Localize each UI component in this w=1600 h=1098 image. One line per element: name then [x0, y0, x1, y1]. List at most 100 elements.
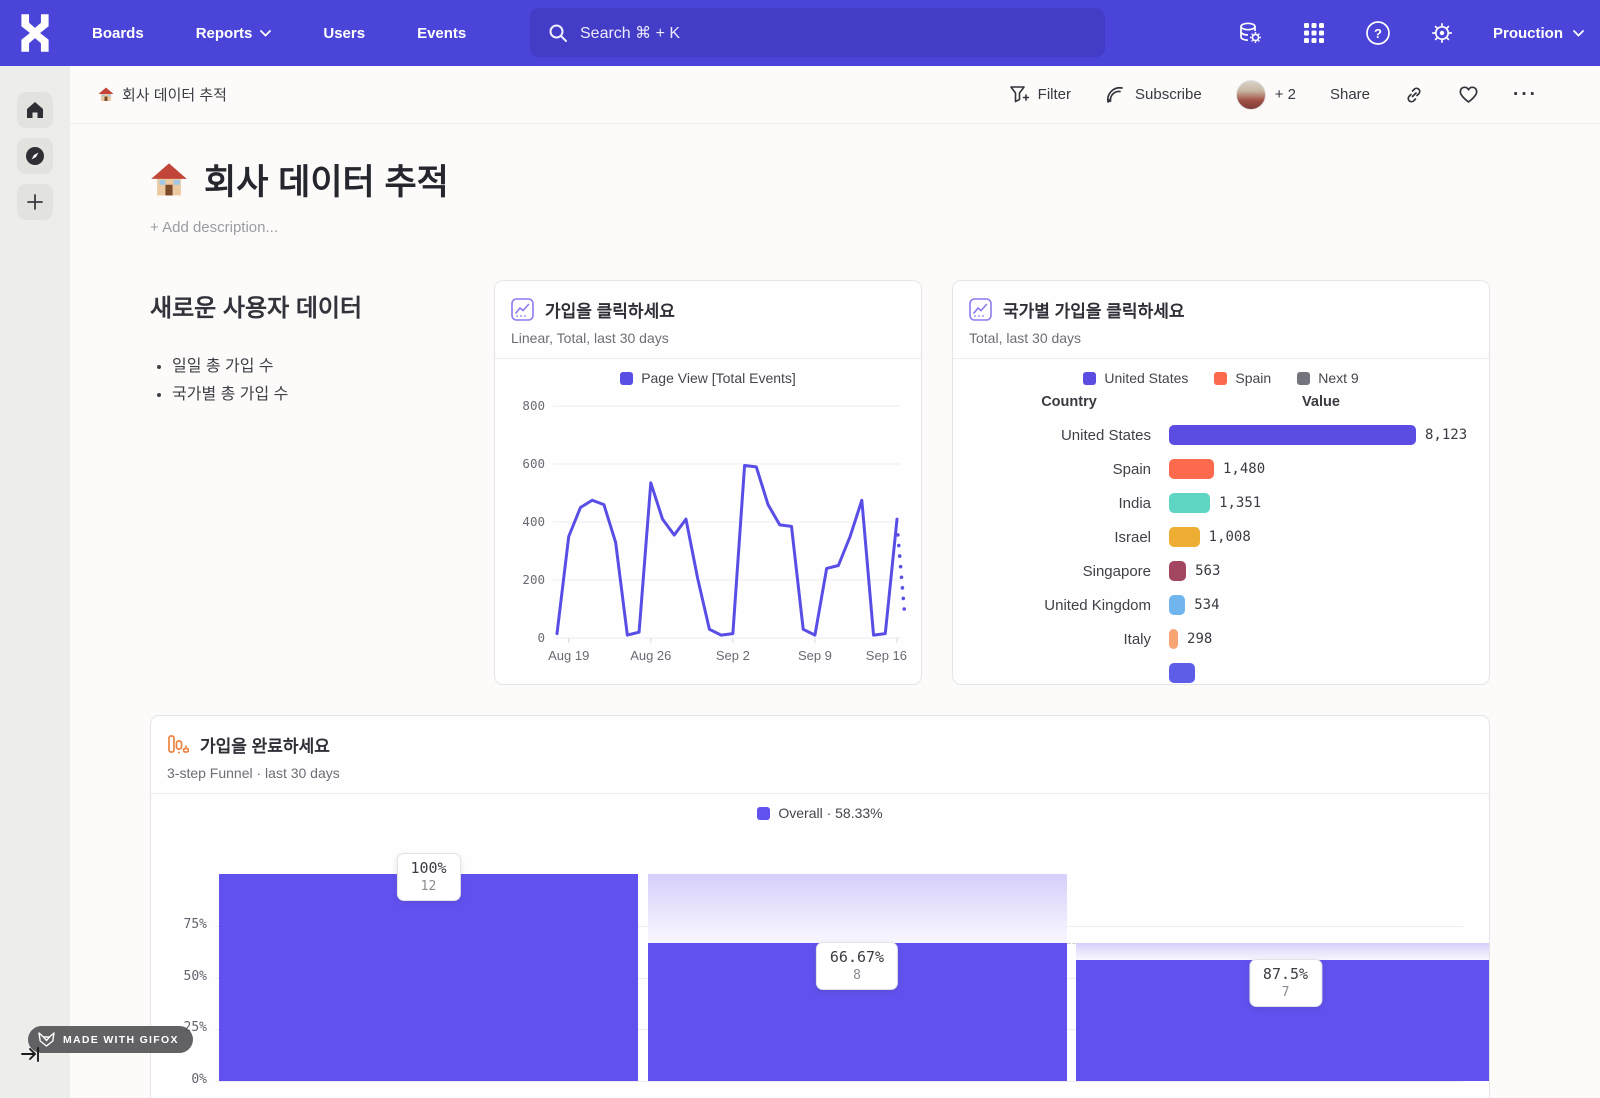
value-text: 563: [1195, 563, 1220, 579]
funnel-plot[interactable]: 75%50%25%0%100%1266.67%887.5%7: [167, 827, 1473, 1098]
value-bar[interactable]: [1169, 527, 1200, 547]
table-row[interactable]: United States8,123: [969, 418, 1473, 452]
chevron-down-icon: [260, 30, 271, 37]
skip-to-end-icon[interactable]: [20, 1044, 42, 1064]
share-label: Share: [1330, 86, 1370, 103]
card-title[interactable]: 가입을 클릭하세요: [545, 297, 675, 322]
table-row[interactable]: Israel1,008: [969, 520, 1473, 554]
add-board-button[interactable]: [17, 184, 53, 220]
project-selector[interactable]: Prouction: [1493, 25, 1584, 42]
line-chart-plot[interactable]: 0200400600800Aug 19Aug 26Sep 2Sep 9Sep 1…: [511, 386, 907, 676]
data-management-icon[interactable]: [1237, 20, 1263, 46]
y-axis-label: 0%: [167, 1072, 207, 1087]
apps-grid-icon[interactable]: [1301, 20, 1327, 46]
svg-text:Sep 2: Sep 2: [716, 648, 750, 663]
page-title-text: 회사 데이터 추적: [204, 154, 449, 205]
legend-item[interactable]: Overall · 58.33%: [757, 805, 882, 821]
value-bar[interactable]: [1169, 459, 1214, 479]
collaborators[interactable]: + 2: [1236, 80, 1296, 110]
table-row[interactable]: Spain1,480: [969, 452, 1473, 486]
table-row[interactable]: [969, 656, 1473, 685]
column-country: Country: [969, 394, 1169, 410]
country-label: Spain: [969, 461, 1169, 478]
link-icon: [1404, 85, 1424, 105]
share-button[interactable]: Share: [1330, 86, 1370, 103]
nav-item-events[interactable]: Events: [417, 25, 466, 42]
copy-link-button[interactable]: [1404, 85, 1424, 105]
card-title[interactable]: 국가별 가입을 클릭하세요: [1003, 297, 1185, 322]
funnel-dropoff-band: [648, 874, 1067, 943]
value-text: 1,008: [1209, 529, 1251, 545]
table-row[interactable]: Italy298: [969, 622, 1473, 656]
svg-text:Aug 26: Aug 26: [630, 648, 671, 663]
line-chart-icon: [969, 298, 992, 321]
settings-gear-icon[interactable]: [1429, 20, 1455, 46]
value-bar[interactable]: [1169, 493, 1210, 513]
legend-swatch: [1083, 372, 1096, 385]
more-options-button[interactable]: ···: [1513, 84, 1538, 106]
legend-item[interactable]: Spain: [1214, 370, 1271, 386]
card-header: 국가별 가입을 클릭하세요: [969, 297, 1473, 322]
line-chart-card[interactable]: 가입을 클릭하세요 Linear, Total, last 30 days Pa…: [494, 280, 922, 685]
compass-icon: [25, 146, 45, 166]
funnel-chart-card[interactable]: 가입을 완료하세요 3-step Funnel · last 30 days O…: [150, 715, 1490, 1098]
list-item: 국가별 총 가입 수: [172, 381, 450, 409]
subscribe-icon: [1105, 85, 1126, 105]
gridline: [215, 1081, 1463, 1082]
value-bar[interactable]: [1169, 663, 1195, 683]
text-widget-heading: 새로운 사용자 데이터: [150, 288, 450, 323]
funnel-dropoff-band: [1076, 943, 1490, 960]
add-description-button[interactable]: + Add description...: [150, 219, 1600, 236]
favorite-button[interactable]: [1458, 85, 1479, 104]
value-bar[interactable]: [1169, 425, 1416, 445]
legend-item[interactable]: Page View [Total Events]: [620, 370, 796, 386]
conversion-count: 7: [1263, 985, 1308, 1000]
legend-item[interactable]: United States: [1083, 370, 1188, 386]
funnel-chart-icon: [167, 733, 189, 756]
svg-text:Aug 19: Aug 19: [548, 648, 589, 663]
filter-button[interactable]: Filter: [1009, 85, 1071, 104]
nav-label: Boards: [92, 25, 144, 42]
svg-text:400: 400: [522, 514, 545, 529]
mixpanel-logo[interactable]: [18, 13, 52, 53]
nav-label: Users: [323, 25, 365, 42]
gifox-badge[interactable]: MADE WITH GIFOX: [28, 1026, 193, 1053]
project-name: Prouction: [1493, 25, 1563, 42]
funnel-bar[interactable]: [219, 874, 638, 1081]
search-icon: [548, 23, 568, 43]
value-text: 298: [1187, 631, 1212, 647]
subscribe-button[interactable]: Subscribe: [1105, 85, 1202, 105]
card-title[interactable]: 가입을 완료하세요: [200, 732, 330, 757]
text-widget[interactable]: 새로운 사용자 데이터 일일 총 가입 수 국가별 총 가입 수: [150, 280, 450, 685]
nav-item-reports[interactable]: Reports: [196, 25, 272, 42]
card-subtitle: Linear, Total, last 30 days: [511, 330, 905, 346]
discover-button[interactable]: [17, 138, 53, 174]
help-icon[interactable]: ?: [1365, 20, 1391, 46]
legend-label: Overall · 58.33%: [778, 805, 882, 821]
table-row[interactable]: India1,351: [969, 486, 1473, 520]
search-input[interactable]: Search ⌘ + K: [530, 8, 1105, 57]
value-bar[interactable]: [1169, 629, 1178, 649]
nav-item-users[interactable]: Users: [323, 25, 365, 42]
legend-item[interactable]: Next 9: [1297, 370, 1358, 386]
nav-item-boards[interactable]: Boards: [92, 25, 144, 42]
nav-label: Events: [417, 25, 466, 42]
breadcrumb[interactable]: 회사 데이터 추적: [98, 84, 227, 105]
conversion-percent: 100%: [410, 859, 446, 877]
legend-label: Next 9: [1318, 370, 1358, 386]
value-bar[interactable]: [1169, 595, 1185, 615]
home-button[interactable]: [17, 92, 53, 128]
legend-label: Page View [Total Events]: [641, 370, 796, 386]
board-header: 회사 데이터 추적 + Add description...: [150, 154, 1600, 236]
table-row[interactable]: United Kingdom534: [969, 588, 1473, 622]
country-chart-card[interactable]: 국가별 가입을 클릭하세요 Total, last 30 days United…: [952, 280, 1490, 685]
conversion-percent: 66.67%: [830, 948, 884, 966]
avatar: [1236, 80, 1266, 110]
value-bar[interactable]: [1169, 561, 1186, 581]
line-legend: Page View [Total Events]: [511, 370, 905, 386]
country-label: United Kingdom: [969, 597, 1169, 614]
board-actions: Filter Subscribe + 2 Share: [1009, 80, 1538, 110]
table-row[interactable]: Singapore563: [969, 554, 1473, 588]
funnel-tooltip: 87.5%7: [1249, 959, 1322, 1007]
page-title: 회사 데이터 추적: [150, 154, 1600, 205]
